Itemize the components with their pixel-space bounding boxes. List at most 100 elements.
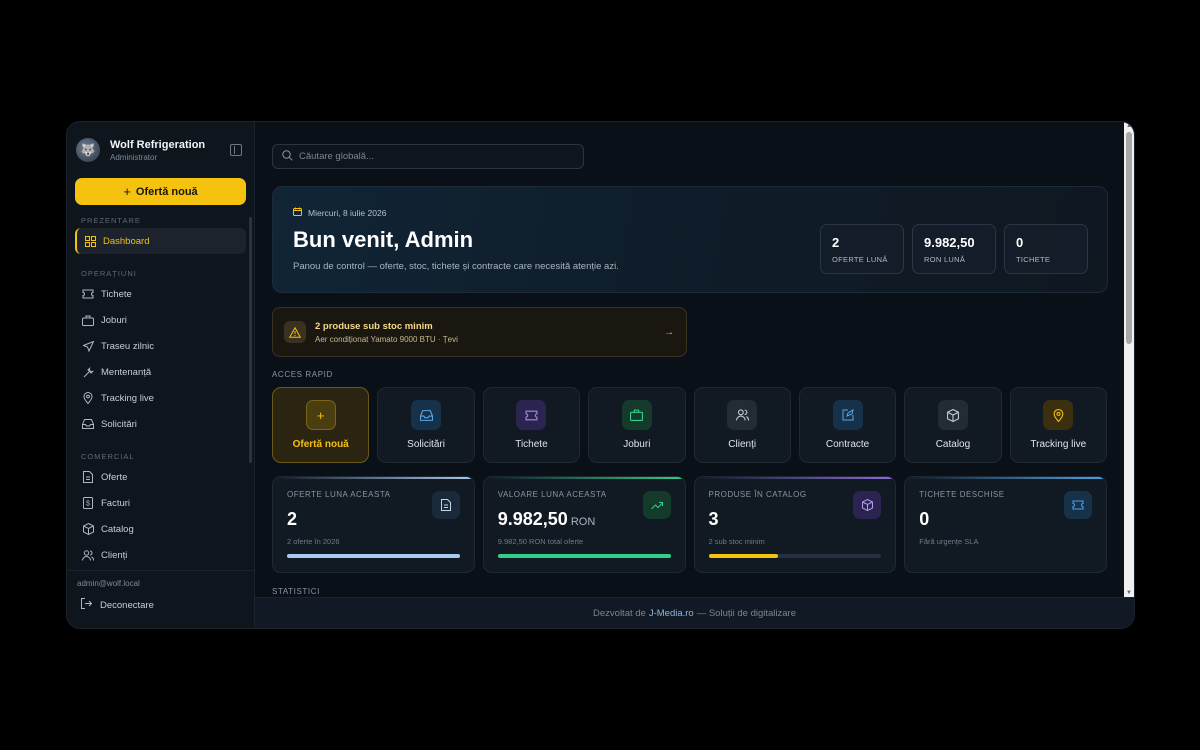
quick-new-offer[interactable]: + Ofertă nouă <box>272 387 370 463</box>
document-icon <box>82 471 94 483</box>
sidebar-footer: admin@wolf.local Deconectare <box>67 570 254 628</box>
scrollbar-thumb[interactable] <box>1126 132 1132 344</box>
sidebar-item-tracking[interactable]: Tracking live <box>75 385 246 411</box>
ticket-icon <box>516 400 547 430</box>
quick-joburi[interactable]: Joburi <box>588 387 686 463</box>
stat-progress <box>497 554 671 558</box>
warning-icon <box>284 321 306 343</box>
logout-icon <box>81 598 93 612</box>
stat-sub: 9.982,50 RON total oferte <box>497 537 584 546</box>
sidebar-item-label: Tichete <box>101 288 132 300</box>
sidebar-item-oferte[interactable]: Oferte <box>75 464 246 490</box>
hero-stat-revenue: 9.982,50 RON LUNĂ <box>912 224 996 274</box>
sidebar-item-dashboard[interactable]: Dashboard <box>75 228 246 254</box>
sidebar-item-label: Traseu zilnic <box>101 340 154 352</box>
quick-clienti[interactable]: Clienți <box>693 387 791 463</box>
box-icon <box>853 491 882 519</box>
search-input[interactable] <box>299 151 569 162</box>
main-scrollbar[interactable]: ▲ ▼ <box>1124 122 1134 597</box>
quick-tichete[interactable]: Tichete <box>482 387 581 463</box>
sidebar-item-label: Oferte <box>101 471 128 483</box>
scroll-up-icon[interactable]: ▲ <box>1126 123 1132 129</box>
quick-access-grid: + Ofertă nouă Solicitări Tichete Joburi … <box>272 387 1107 463</box>
hero-stats: 2 OFERTE LUNĂ 9.982,50 RON LUNĂ 0 TICHET… <box>820 224 1088 274</box>
quick-label: Tichete <box>515 439 548 450</box>
app-window: 🐺 Wolf Refrigeration Administrator + Ofe… <box>66 121 1135 629</box>
logout-button[interactable]: Deconectare <box>67 588 254 622</box>
quick-label: Joburi <box>623 439 651 450</box>
quick-contracte[interactable]: Contracte <box>798 387 897 463</box>
sidebar-scrollbar[interactable] <box>249 217 252 463</box>
stat-card-offers[interactable]: OFERTE LUNA ACEASTA 2 2 oferte în 2026 <box>272 476 475 573</box>
plus-icon: + <box>305 400 336 430</box>
ticket-icon <box>82 288 94 300</box>
stat-cards: OFERTE LUNA ACEASTA 2 2 oferte în 2026 V… <box>272 476 1107 573</box>
footer-prefix: Dezvoltat de <box>593 607 646 619</box>
quick-access-label: ACCES RAPID <box>272 370 333 379</box>
section-label-operatiuni: OPERAȚIUNI <box>81 269 137 278</box>
hero-stat-label: RON LUNĂ <box>924 255 966 264</box>
sidebar-item-label: Mentenanță <box>101 366 152 378</box>
briefcase-icon <box>621 400 652 430</box>
quick-label: Solicitări <box>407 439 445 450</box>
global-search[interactable] <box>272 144 584 169</box>
sidebar-item-mentenanta[interactable]: Mentenanță <box>75 359 246 385</box>
sidebar-item-label: Dashboard <box>103 235 150 247</box>
sidebar-item-joburi[interactable]: Joburi <box>75 307 246 333</box>
scroll-down-icon[interactable]: ▼ <box>1126 590 1132 596</box>
alert-detail: Aer condiționat Yamato 9000 BTU · Țevi <box>315 334 458 344</box>
sidebar-item-tichete[interactable]: Tichete <box>75 281 246 307</box>
quick-tracking[interactable]: Tracking live <box>1009 387 1107 463</box>
briefcase-icon <box>82 314 94 326</box>
sidebar-collapse-icon[interactable] <box>230 144 242 156</box>
low-stock-alert[interactable]: 2 produse sub stoc minim Aer condiționat… <box>272 307 687 357</box>
stat-card-catalog[interactable]: PRODUSE ÎN CATALOG 3 2 sub stoc minim <box>693 476 897 573</box>
hero-stat-value: 0 <box>1016 235 1024 250</box>
quick-label: Catalog <box>935 439 971 450</box>
section-label-comercial: COMERCIAL <box>81 452 135 461</box>
stat-card-value[interactable]: VALOARE LUNA ACEASTA 9.982,50 RON 9.982,5… <box>482 476 686 573</box>
new-offer-label: Ofertă nouă <box>135 185 198 198</box>
sidebar-item-label: Facturi <box>101 497 131 509</box>
stat-card-tickets[interactable]: TICHETE DESCHISE 0 Fără urgențe SLA <box>904 476 1107 573</box>
quick-label: Tracking live <box>1030 439 1087 450</box>
quick-catalog[interactable]: Catalog <box>904 387 1002 463</box>
edit-document-icon <box>832 400 863 430</box>
sidebar-item-traseu[interactable]: Traseu zilnic <box>75 333 246 359</box>
main-content: Miercuri, 8 iulie 2026 Bun venit, Admin … <box>255 122 1134 628</box>
sidebar-item-clienti[interactable]: Clienți <box>75 542 246 568</box>
quick-label: Contracte <box>825 439 870 450</box>
sidebar-nav: PREZENTARE Dashboard OPERAȚIUNI Tichete … <box>67 210 254 570</box>
welcome-hero: Miercuri, 8 iulie 2026 Bun venit, Admin … <box>272 186 1108 293</box>
box-icon <box>82 523 94 535</box>
quick-solicitari[interactable]: Solicitări <box>377 387 475 463</box>
sidebar-item-label: Catalog <box>101 523 134 535</box>
stat-progress <box>708 554 882 558</box>
box-icon <box>937 400 968 430</box>
hero-stat-tickets: 0 TICHETE <box>1004 224 1088 274</box>
stat-sub: 2 sub stoc minim <box>708 537 765 546</box>
sidebar-item-solicitari[interactable]: Solicitări <box>75 411 246 437</box>
inbox-icon <box>411 400 442 430</box>
sidebar: 🐺 Wolf Refrigeration Administrator + Ofe… <box>67 122 255 628</box>
footer-link[interactable]: J-Media.ro <box>649 608 694 619</box>
quick-label: Ofertă nouă <box>292 439 349 450</box>
calendar-icon <box>293 207 302 218</box>
map-pin-icon <box>82 392 94 404</box>
sidebar-item-label: Clienți <box>101 549 128 561</box>
sidebar-item-facturi[interactable]: $ Facturi <box>75 490 246 516</box>
sidebar-item-label: Tracking live <box>101 392 154 404</box>
stat-progress <box>287 554 460 558</box>
brand-header: 🐺 Wolf Refrigeration Administrator <box>67 122 254 168</box>
stat-sub: 2 oferte în 2026 <box>287 537 340 546</box>
send-icon <box>82 340 94 352</box>
logout-label: Deconectare <box>100 599 154 611</box>
user-email: admin@wolf.local <box>77 579 140 588</box>
new-offer-button[interactable]: + Ofertă nouă <box>75 178 246 205</box>
hero-date-text: Miercuri, 8 iulie 2026 <box>308 207 387 218</box>
sidebar-item-catalog[interactable]: Catalog <box>75 516 246 542</box>
footer: Dezvoltat de J-Media.ro — Soluții de dig… <box>255 597 1134 628</box>
svg-text:$: $ <box>86 501 90 508</box>
main-scroll-area: Miercuri, 8 iulie 2026 Bun venit, Admin … <box>255 122 1124 597</box>
trending-up-icon <box>642 491 671 519</box>
